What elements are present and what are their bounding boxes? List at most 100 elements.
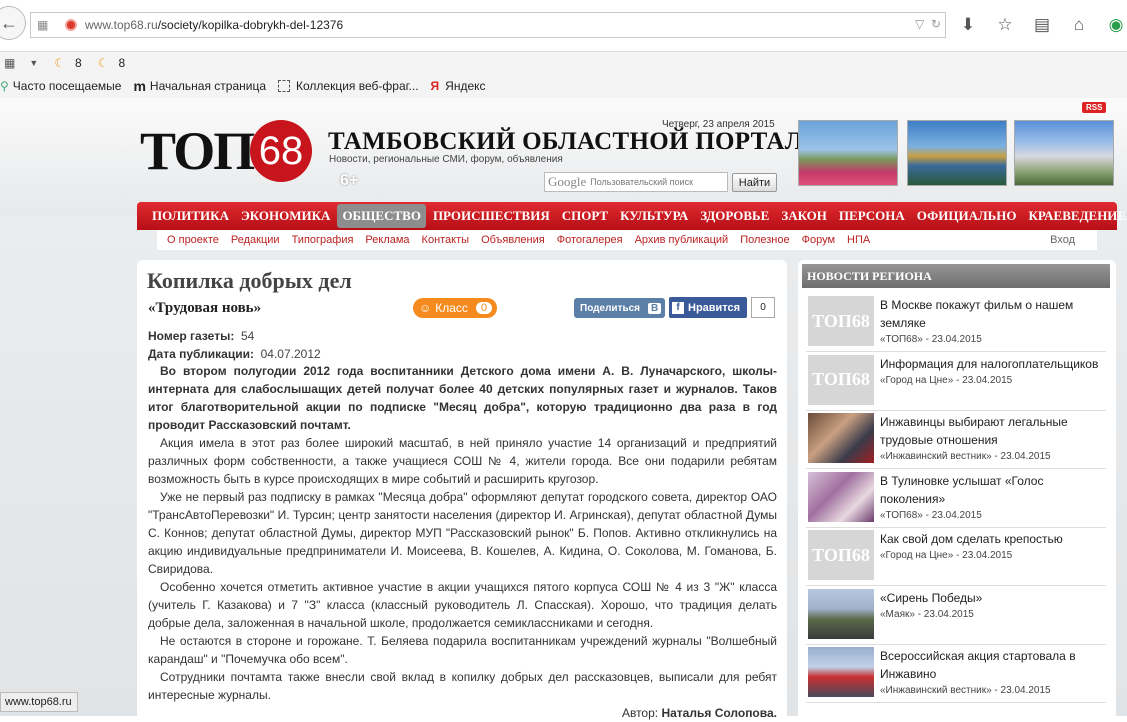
weather-temp-1[interactable]: 8 [75,56,82,70]
subnav-link[interactable]: Полезное [740,234,789,246]
browser-toolbar-icons: ⬇ ☆ ▤ ⌂ ◉ [958,15,1126,35]
tab-grid-icon[interactable]: ▦ [37,18,55,32]
news-item[interactable]: ТОП68 Как свой дом сделать крепостью «Горо… [806,528,1106,586]
news-item[interactable]: «Сирень Победы» «Маяк» - 23.04.2015 [806,587,1106,645]
nav-item[interactable]: ПРОИСШЕСТВИЯ [428,204,555,228]
bookmark-label: Яндекс [445,79,486,93]
subnav-link[interactable]: Форум [802,234,835,246]
home-icon[interactable]: ⌂ [1069,15,1089,35]
weather-temp-2[interactable]: 8 [118,56,125,70]
news-title-link[interactable]: «Сирень Победы» [880,589,1106,607]
age-rating: 6+ [340,172,359,189]
news-thumbnail[interactable] [808,413,874,463]
address-bar[interactable]: ▦ www.top68.ru/society/kopilka-dobrykh-d… [30,12,946,38]
menu-grid-icon[interactable]: ▦ [4,56,15,70]
bookmark-web-slices[interactable]: Коллекция веб-фраг... [278,79,419,93]
sidebar-heading: НОВОСТИ РЕГИОНА [802,264,1110,288]
news-thumbnail[interactable] [808,588,874,639]
ok-class-button[interactable]: ☺ Класс 0 [413,298,497,318]
rss-badge[interactable]: RSS [1082,102,1107,113]
vk-share-button[interactable]: Поделиться В [574,298,665,318]
article-paragraph: Не остаются в стороне и горожане. Т. Бел… [148,634,777,666]
nav-item[interactable]: КУЛЬТУРА [615,204,693,228]
news-title-link[interactable]: Всероссийская акция стартовала в Инжавин… [880,647,1106,683]
news-item[interactable]: ТОП68 В Москве покажут фильм о нашем земл… [806,294,1106,352]
news-title-link[interactable]: Инжавинцы выбирают легальные трудовые от… [880,413,1106,449]
news-item[interactable]: Всероссийская акция стартовала в Инжавин… [806,645,1106,703]
subnav-link[interactable]: О проекте [167,234,219,246]
web-page: RSS ТОП 68 Четверг, 23 апреля 2015 ТАМБО… [0,98,1127,720]
weather-icon[interactable]: ☾ [54,56,65,70]
news-text: Инжавинцы выбирают легальные трудовые от… [880,413,1106,465]
subnav-link[interactable]: Объявления [481,234,545,246]
newspaper-name[interactable]: «Трудовая новь» [148,300,261,317]
header-photo-building[interactable] [1014,120,1114,186]
nav-item[interactable]: ОФИЦИАЛЬНО [912,204,1022,228]
news-item[interactable]: В Тулиновке услышат «Голос поколения» «ТО… [806,470,1106,528]
news-item[interactable]: ТОП68 Информация для налогоплательщиков «Г… [806,353,1106,411]
m-logo-icon: m [133,78,146,94]
search-input[interactable]: Google Пользовательский поиск [544,172,728,192]
nav-item[interactable]: ПОЛИТИКА [147,204,234,228]
article-body: Во втором полугодии 2012 года воспитанни… [148,362,777,722]
pub-date-label: Дата публикации: [148,347,254,361]
dotted-box-icon [278,80,291,92]
subnav-link[interactable]: Архив публикаций [635,234,729,246]
article-paragraph: Сотрудники почтамта также внесли свой вк… [148,670,777,702]
search-button[interactable]: Найти [732,173,777,192]
nav-item[interactable]: КРАЕВЕДЕНИЕ [1023,204,1127,228]
news-title-link[interactable]: Информация для налогоплательщиков [880,355,1106,373]
news-title-link[interactable]: В Москве покажут фильм о нашем земляке [880,296,1106,332]
login-link[interactable]: Вход [1050,234,1075,246]
site-logo-text[interactable]: ТОП [140,120,255,182]
subnav-link[interactable]: Редакции [231,234,280,246]
bookmark-star-icon[interactable]: ☆ [995,15,1015,35]
news-thumbnail[interactable]: ТОП68 [808,354,874,405]
bookmark-most-visited[interactable]: ⚲ Часто посещаемые [0,79,121,93]
news-thumbnail[interactable]: ТОП68 [808,296,874,346]
news-thumbnail[interactable] [808,647,874,697]
reading-list-icon[interactable]: ▤ [1032,15,1052,35]
news-thumbnail[interactable]: ТОП68 [808,530,874,580]
news-source-date: «Город на Цне» - 23.04.2015 [880,550,1013,561]
bookmark-home[interactable]: m Начальная страница [133,78,266,94]
portal-title: ТАМБОВСКИЙ ОБЛАСТНОЙ ПОРТАЛ [328,128,804,155]
news-thumbnail[interactable] [808,471,874,522]
news-source-date: «ТОП68» - 23.04.2015 [880,509,982,521]
ok-count: 0 [475,302,493,314]
status-bar-url: www.top68.ru [0,692,78,712]
nav-item[interactable]: ПЕРСОНА [834,204,910,228]
nav-item[interactable]: ОБЩЕСТВО [337,204,426,228]
subnav-link[interactable]: Реклама [365,234,409,246]
url-row: ← ▦ www.top68.ru/society/kopilka-dobrykh… [0,0,1127,52]
weather-icon[interactable]: ☾ [98,56,109,70]
bookmark-yandex[interactable]: Я Яндекс [431,79,486,93]
subnav-link[interactable]: Фотогалерея [557,234,623,246]
nav-item[interactable]: ЗАКОН [776,204,832,228]
news-source-date: «Инжавинский вестник» - 23.04.2015 [880,685,1051,696]
subnav-link[interactable]: НПА [847,234,870,246]
odnoklassniki-icon: ☺ [419,301,432,315]
news-title-link[interactable]: В Тулиновке услышат «Голос поколения» [880,472,1106,508]
menu-dropdown-icon[interactable]: ▼ [29,58,38,68]
url-dropdown-icon[interactable]: ▽ ↻ [915,17,941,31]
reload-icon[interactable]: ↻ [931,17,941,31]
facebook-like-button[interactable]: f Нравится [669,297,747,318]
nav-item[interactable]: ЗДОРОВЬЕ [695,204,774,228]
site-logo-circle[interactable]: 68 [250,120,312,182]
article: Копилка добрых дел «Трудовая новь» ☺ Клас… [137,260,787,720]
back-button[interactable]: ← [0,6,26,40]
bookmarks-bar: ⚲ Часто посещаемые m Начальная страница Ко… [0,76,1127,96]
subnav-link[interactable]: Типография [292,234,354,246]
url-text[interactable]: www.top68.ru/society/kopilka-dobrykh-del… [85,18,343,32]
download-icon[interactable]: ⬇ [958,15,978,35]
nav-item[interactable]: ЭКОНОМИКА [236,204,335,228]
addon-icon[interactable]: ◉ [1106,15,1126,35]
news-item[interactable]: Инжавинцы выбирают легальные трудовые от… [806,411,1106,469]
news-title-link[interactable]: Как свой дом сделать крепостью [880,530,1106,548]
search-placeholder: Пользовательский поиск [590,177,694,187]
nav-item[interactable]: СПОРТ [557,204,613,228]
header-photo-flowers[interactable] [798,120,898,186]
header-photo-lake[interactable] [907,120,1007,186]
subnav-link[interactable]: Контакты [422,234,470,246]
